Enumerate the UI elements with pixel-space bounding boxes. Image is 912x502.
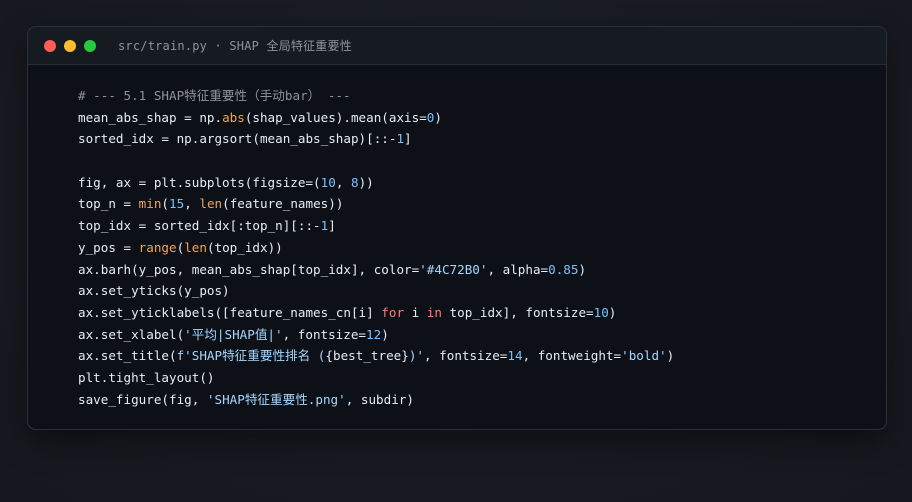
- code-token: y_pos =: [78, 239, 139, 255]
- code-line: top_n = min(15, len(feature_names)): [78, 193, 674, 215]
- string-token: '#4C72B0': [419, 261, 488, 277]
- number-token: 1: [396, 131, 405, 147]
- code-token: , fontsize=: [282, 326, 367, 342]
- code-token: , subdir): [345, 391, 414, 407]
- code-token: , alpha=: [487, 261, 549, 277]
- code-line: # --- 5.1 SHAP特征重要性（手动bar） ---: [78, 85, 674, 107]
- builtin-token: len: [184, 239, 207, 255]
- comment-token: # --- 5.1 SHAP特征重要性（手动bar） ---: [78, 88, 351, 103]
- code-token: ax.set_xlabel(: [78, 326, 185, 342]
- keyword-token: in: [426, 304, 442, 320]
- minimize-window-icon[interactable]: [64, 39, 76, 52]
- code-token: ax.set_yticks(y_pos): [78, 283, 230, 299]
- code-token: , fontweight=: [522, 348, 622, 364]
- code-token: mean_abs_shap = np.: [78, 109, 223, 125]
- code-line: save_figure(fig, 'SHAP特征重要性.png', subdir…: [78, 389, 674, 411]
- code-token: ): [381, 326, 389, 342]
- code-token: ): [666, 348, 675, 364]
- code-line: plt.tight_layout(): [78, 367, 674, 389]
- code-window: src/train.py · SHAP 全局特征重要性 # --- 5.1 SH…: [27, 26, 887, 430]
- keyword-token: for: [381, 304, 405, 320]
- number-token: 12: [366, 326, 382, 342]
- code-line: mean_abs_shap = np.abs(shap_values).mean…: [78, 107, 674, 129]
- code-line: ax.barh(y_pos, mean_abs_shap[top_idx], c…: [78, 259, 674, 281]
- code-line: fig, ax = plt.subplots(figsize=(10, 8)): [78, 172, 674, 194]
- code-line: ax.set_title(f'SHAP特征重要性排名 ({best_tree})…: [78, 345, 674, 367]
- code-line: ax.set_xlabel('平均|SHAP值|', fontsize=12): [78, 324, 674, 346]
- number-token: 10: [320, 174, 336, 190]
- builtin-token: abs: [222, 109, 245, 125]
- code-token: sorted_idx = np.argsort(mean_abs_shap)[:…: [78, 131, 397, 147]
- code-token: )): [358, 174, 374, 190]
- code-token: (: [161, 196, 170, 212]
- code-token: top_n =: [78, 196, 139, 212]
- maximize-window-icon[interactable]: [84, 39, 96, 52]
- number-token: 15: [169, 196, 185, 212]
- code-token: ax.set_title(: [78, 348, 177, 364]
- number-token: 0.85: [548, 261, 579, 277]
- code-token: (feature_names)): [222, 196, 344, 212]
- string-token: 'bold': [621, 348, 667, 364]
- code-token: (top_idx)): [206, 239, 283, 255]
- code-token: ,: [335, 174, 351, 190]
- string-token: '平均|SHAP值|': [184, 326, 283, 342]
- code-token: , fontsize=: [423, 348, 508, 364]
- number-token: 8: [350, 174, 359, 190]
- code-line: ax.set_yticklabels([feature_names_cn[i] …: [78, 302, 674, 324]
- code-token: save_figure(fig,: [78, 391, 207, 407]
- code-token: ]: [328, 218, 336, 234]
- code-token: (shap_values).mean(axis=: [244, 109, 427, 125]
- string-token: )': [408, 348, 424, 364]
- window-title: src/train.py · SHAP 全局特征重要性: [118, 39, 352, 53]
- code-line: y_pos = range(len(top_idx)): [78, 237, 674, 259]
- code-block[interactable]: # --- 5.1 SHAP特征重要性（手动bar） --- mean_abs_s…: [78, 85, 674, 410]
- window-titlebar: src/train.py · SHAP 全局特征重要性: [28, 27, 886, 65]
- code-token: i: [404, 304, 427, 320]
- builtin-token: range: [138, 239, 177, 255]
- code-token: top_idx = sorted_idx[:top_n][::-: [78, 218, 321, 234]
- number-token: 14: [507, 348, 523, 364]
- code-token: plt.tight_layout(): [78, 369, 215, 385]
- builtin-token: len: [199, 196, 223, 212]
- page-background: src/train.py · SHAP 全局特征重要性 # --- 5.1 SH…: [0, 0, 912, 502]
- number-token: 10: [593, 304, 609, 320]
- code-token: fig, ax = plt.subplots(figsize=(: [78, 174, 321, 190]
- code-line: top_idx = sorted_idx[:top_n][::-1]: [78, 215, 674, 237]
- code-line: sorted_idx = np.argsort(mean_abs_shap)[:…: [78, 128, 674, 150]
- string-token: 'SHAP特征重要性.png': [206, 391, 346, 407]
- code-token: ax.set_yticklabels([feature_names_cn[i]: [78, 304, 382, 320]
- code-line: ax.set_yticks(y_pos): [78, 280, 674, 302]
- builtin-token: min: [138, 196, 162, 212]
- code-token: ): [434, 109, 442, 125]
- code-token: ,: [184, 196, 200, 212]
- code-token: ax.barh(y_pos, mean_abs_shap[top_idx], c…: [78, 261, 420, 277]
- close-window-icon[interactable]: [44, 39, 56, 52]
- code-token: ): [578, 261, 587, 277]
- code-token: ): [608, 304, 617, 320]
- code-token: ]: [404, 131, 412, 147]
- code-token: top_idx], fontsize=: [441, 304, 594, 320]
- string-token: f'SHAP特征重要性排名 (: [176, 348, 326, 364]
- code-token: {best_tree}: [325, 348, 409, 364]
